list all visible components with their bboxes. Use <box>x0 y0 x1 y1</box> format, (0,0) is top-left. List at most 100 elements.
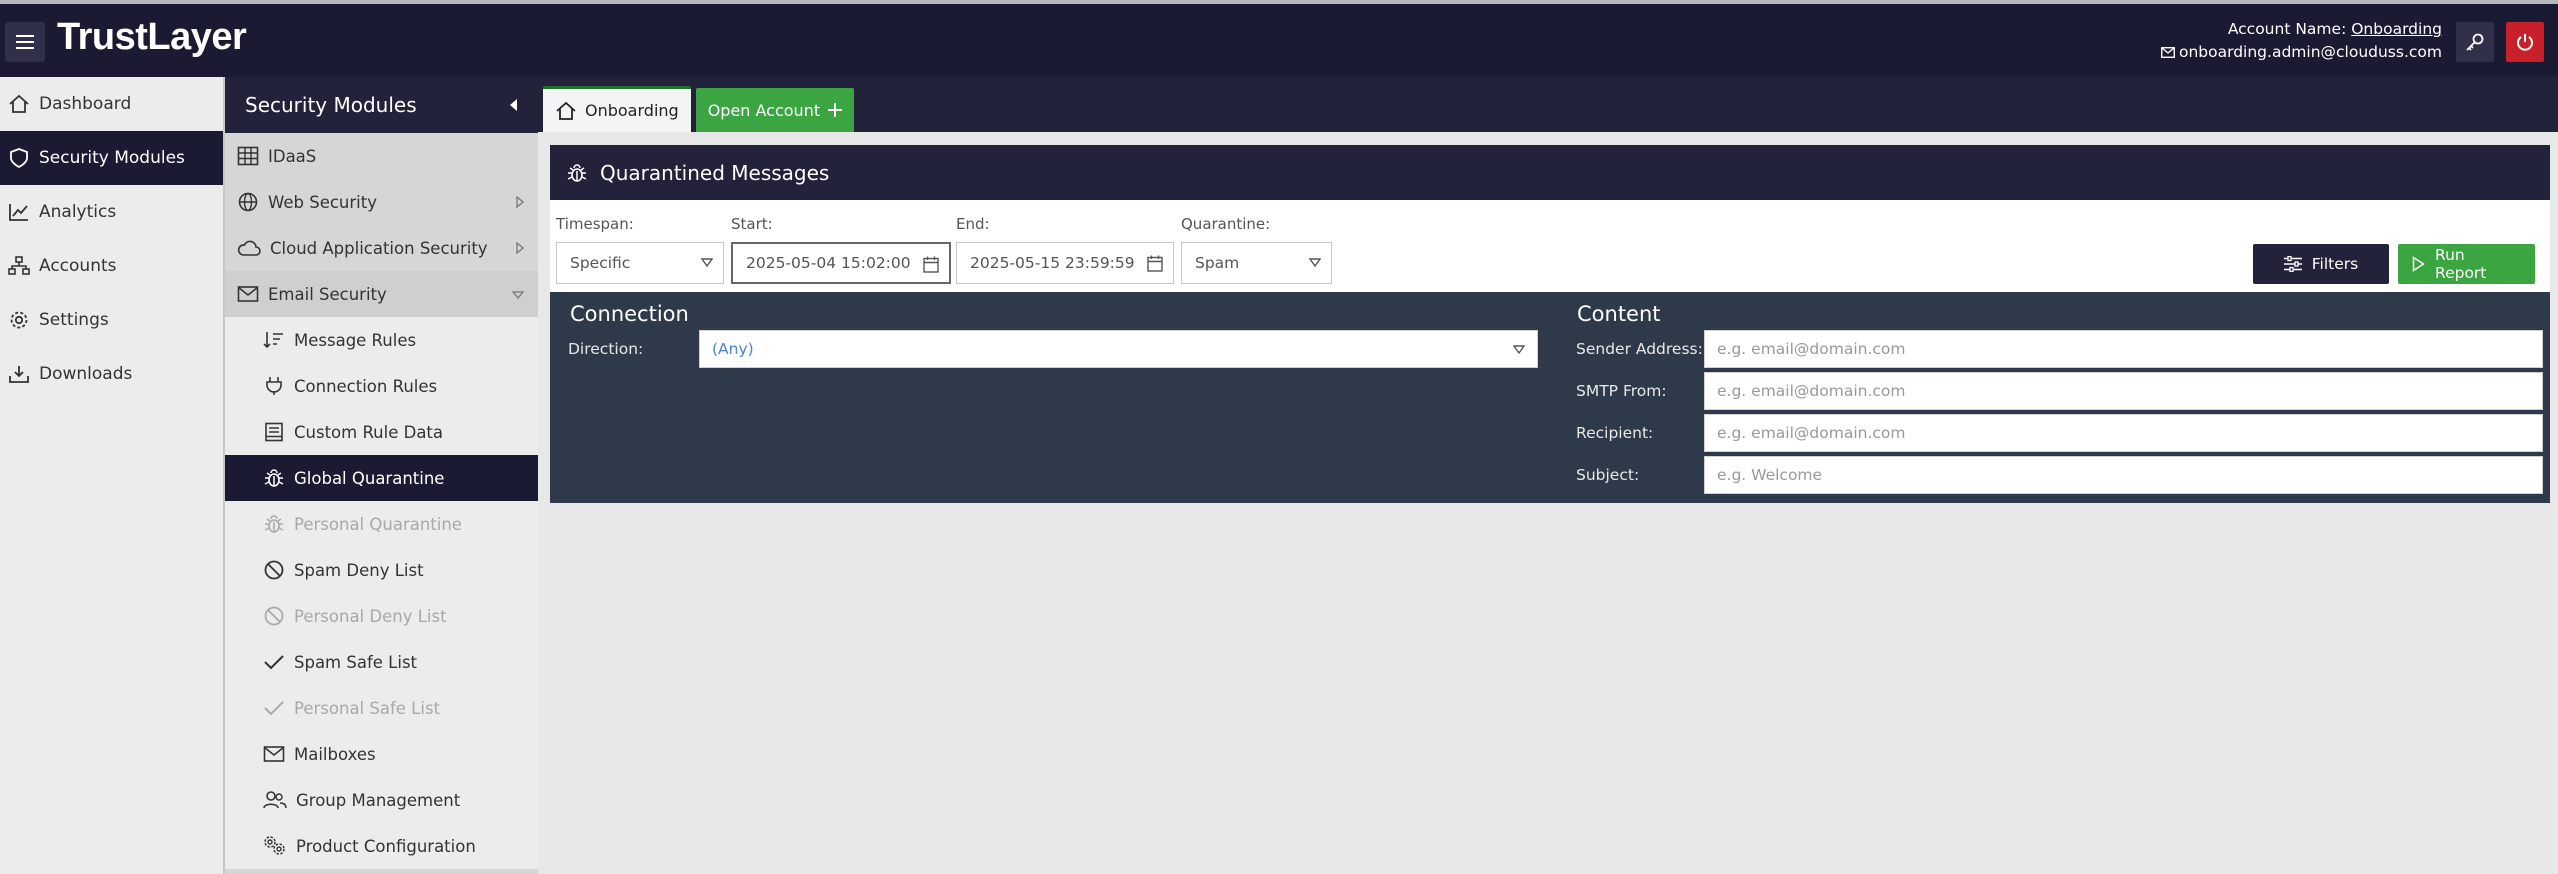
calendar-icon[interactable] <box>923 256 939 273</box>
collapse-left-icon[interactable] <box>508 98 518 112</box>
ban-icon <box>264 560 284 580</box>
cloud-icon <box>237 240 261 256</box>
bug-icon <box>264 515 284 533</box>
sidebar-item-idaas[interactable]: IDaaS <box>225 133 538 179</box>
smtp-from-label: SMTP From: <box>1576 382 1667 400</box>
start-date-input[interactable]: 2025-05-04 15:02:00 <box>731 242 951 284</box>
subject-input[interactable]: e.g. Welcome <box>1704 456 2543 494</box>
chevron-down-icon <box>1309 258 1321 267</box>
sidebar-item-custom-rule-data[interactable]: Custom Rule Data <box>225 409 538 455</box>
sidebar-item-mailboxes[interactable]: Mailboxes <box>225 731 538 777</box>
envelope-icon <box>2160 47 2175 58</box>
chart-icon <box>9 204 28 221</box>
sidebar-item-email-security[interactable]: Email Security <box>225 271 538 317</box>
criteria-panel: Connection Direction: (Any) Content Send… <box>550 292 2550 503</box>
direction-select[interactable]: (Any) <box>699 330 1538 368</box>
gears-icon <box>264 836 285 855</box>
account-label: Account Name: <box>2227 20 2347 38</box>
check-icon <box>264 655 284 670</box>
chevron-right-icon <box>516 196 524 208</box>
envelope-icon <box>263 746 285 762</box>
tab-bar: Onboarding Open Account <box>538 77 2558 132</box>
primary-sidebar: Dashboard Security Modules Analytics Acc… <box>0 77 225 874</box>
sidebar-item-spam-safe-list[interactable]: Spam Safe List <box>225 639 538 685</box>
content-title: Content <box>1577 302 1661 326</box>
play-icon <box>2412 256 2425 272</box>
chevron-down-icon <box>1513 345 1525 354</box>
ban-icon <box>264 606 284 626</box>
timespan-select[interactable]: Specific <box>556 242 724 284</box>
subject-label: Subject: <box>1576 466 1640 484</box>
sliders-icon <box>2283 256 2302 272</box>
home-icon <box>556 101 576 120</box>
sidebar-item-group-management[interactable]: Group Management <box>225 777 538 823</box>
chevron-down-icon <box>701 258 713 267</box>
menu-toggle-button[interactable] <box>5 22 45 62</box>
smtp-from-input[interactable]: e.g. email@domain.com <box>1704 372 2543 410</box>
sidebar-item-connection-rules[interactable]: Connection Rules <box>225 363 538 409</box>
sidebar-item-personal-quarantine[interactable]: Personal Quarantine <box>225 501 538 547</box>
end-date-input[interactable]: 2025-05-15 23:59:59 <box>956 242 1174 284</box>
key-button[interactable] <box>2456 22 2494 62</box>
chevron-down-icon <box>512 291 524 299</box>
sidebar-item-analytics[interactable]: Analytics <box>0 185 223 239</box>
filters-button[interactable]: Filters <box>2253 244 2389 284</box>
logo[interactable]: TrustLayer <box>57 16 247 59</box>
run-report-button[interactable]: Run Report <box>2398 244 2535 284</box>
timespan-label: Timespan: <box>556 215 634 233</box>
connection-title: Connection <box>570 302 689 326</box>
globe-icon <box>238 192 258 212</box>
direction-label: Direction: <box>568 340 644 358</box>
sidebar-item-global-quarantine[interactable]: Global Quarantine <box>225 455 538 501</box>
end-label: End: <box>956 215 990 233</box>
sidebar-item-dashboard[interactable]: Dashboard <box>0 77 223 131</box>
check-icon <box>264 701 284 716</box>
sidebar-item-product-configuration[interactable]: Product Configuration <box>225 823 538 869</box>
account-email: onboarding.admin@clouduss.com <box>2178 43 2442 61</box>
power-icon <box>2517 34 2533 51</box>
quarantine-label: Quarantine: <box>1181 215 1271 233</box>
quarantine-select[interactable]: Spam <box>1181 242 1332 284</box>
secondary-sidebar: Security Modules IDaaS Web Security Clou… <box>225 77 538 874</box>
sender-address-input[interactable]: e.g. email@domain.com <box>1704 330 2543 368</box>
bug-icon <box>567 163 587 182</box>
grid-icon <box>237 146 259 166</box>
sidebar-item-personal-deny-list[interactable]: Personal Deny List <box>225 593 538 639</box>
sidebar-item-message-rules[interactable]: Message Rules <box>225 317 538 363</box>
bug-icon <box>264 469 284 487</box>
recipient-input[interactable]: e.g. email@domain.com <box>1704 414 2543 452</box>
sidebar-item-spam-deny-list[interactable]: Spam Deny List <box>225 547 538 593</box>
account-info: Account Name: Onboarding onboarding.admi… <box>2160 18 2442 65</box>
sort-list-icon <box>263 332 283 349</box>
calendar-icon[interactable] <box>1147 255 1163 272</box>
filter-bar: Timespan: Specific Start: 2025-05-04 15:… <box>550 200 2550 292</box>
plug-icon <box>266 377 282 395</box>
top-bar: TrustLayer Account Name: Onboarding onbo… <box>0 0 2558 77</box>
sender-address-label: Sender Address: <box>1576 340 1703 358</box>
sidebar-item-accounts[interactable]: Accounts <box>0 239 223 293</box>
open-account-button[interactable]: Open Account <box>695 88 855 132</box>
recipient-label: Recipient: <box>1576 424 1654 442</box>
shield-icon <box>10 148 28 168</box>
main-content: Onboarding Open Account Quarantined Mess… <box>538 77 2558 874</box>
download-icon <box>9 366 29 383</box>
panel-header: Quarantined Messages <box>550 145 2550 200</box>
plus-icon <box>828 103 843 117</box>
account-name-link[interactable]: Onboarding <box>2351 20 2442 38</box>
key-icon <box>2466 33 2484 51</box>
start-label: Start: <box>731 215 773 233</box>
sidebar-item-settings[interactable]: Settings <box>0 293 223 347</box>
sidebar-item-security-modules[interactable]: Security Modules <box>0 131 223 185</box>
sidebar-item-personal-safe-list[interactable]: Personal Safe List <box>225 685 538 731</box>
logout-button[interactable] <box>2506 22 2544 62</box>
chevron-right-icon <box>516 242 524 254</box>
org-chart-icon <box>8 256 30 275</box>
sidebar-item-downloads[interactable]: Downloads <box>0 347 223 401</box>
sidebar-item-web-security[interactable]: Web Security <box>225 179 538 225</box>
tab-onboarding[interactable]: Onboarding <box>543 86 691 132</box>
sidebar-item-cloud-application-security[interactable]: Cloud Application Security <box>225 225 538 271</box>
hamburger-icon <box>16 35 34 49</box>
home-icon <box>9 94 29 113</box>
secondary-sidebar-header: Security Modules <box>225 77 538 133</box>
document-icon <box>265 422 283 442</box>
